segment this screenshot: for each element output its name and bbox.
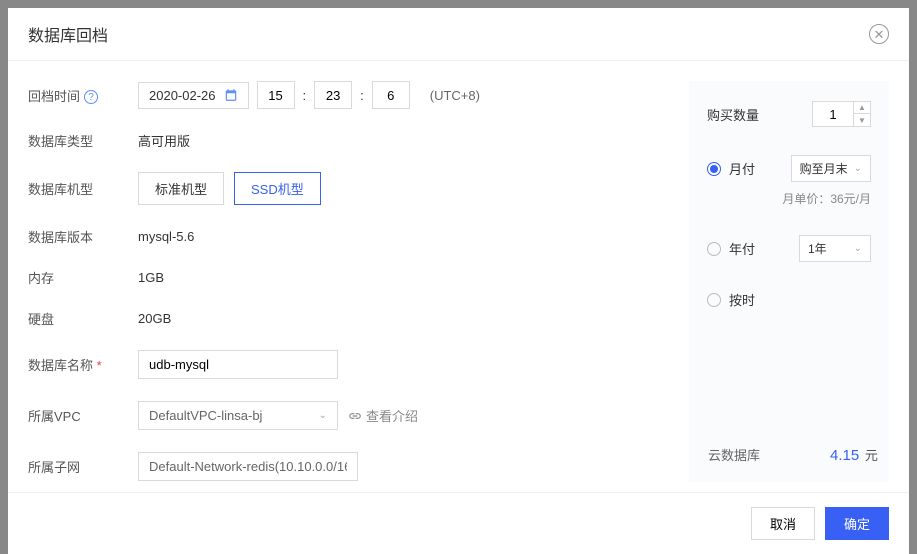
summary-price: 4.15 <box>830 447 859 464</box>
pay-option-monthly: 月付 购至月末 ⌄ 月单价：36元/月 <box>707 155 871 207</box>
date-value: 2020-02-26 <box>149 88 216 103</box>
row-disk: 硬盘 20GB <box>28 309 669 328</box>
modal-title: 数据库回档 <box>28 22 108 46</box>
price-summary: 云数据库 4.15 元 <box>708 445 878 464</box>
hour-input[interactable] <box>257 81 295 109</box>
radio-icon <box>707 293 721 307</box>
radio-hourly[interactable]: 按时 <box>707 290 755 309</box>
label-disk: 硬盘 <box>28 309 138 328</box>
radio-icon <box>707 242 721 256</box>
row-db-type: 数据库类型 高可用版 <box>28 131 669 150</box>
label-machine-type: 数据库机型 <box>28 179 138 198</box>
second-input[interactable] <box>372 81 410 109</box>
vpc-select[interactable]: DefaultVPC-linsa-bj ⌄ <box>138 401 338 430</box>
timezone-label: (UTC+8) <box>430 88 480 103</box>
value-disk: 20GB <box>138 311 171 326</box>
modal-header: 数据库回档 ✕ <box>8 8 909 61</box>
summary-unit: 元 <box>865 448 878 463</box>
value-memory: 1GB <box>138 270 164 285</box>
purchase-panel: 购买数量 ▲ ▼ 月付 购至月末 ⌄ <box>689 81 889 482</box>
quantity-stepper[interactable]: ▲ ▼ <box>812 101 871 127</box>
subnet-value: Default-Network-redis(10.10.0.0/16 <box>149 459 347 474</box>
row-vpc: 所属VPC DefaultVPC-linsa-bj ⌄ 查看介绍 <box>28 401 669 430</box>
value-db-version: mysql-5.6 <box>138 229 194 244</box>
confirm-button[interactable]: 确定 <box>825 507 889 540</box>
form-column: 回档时间? 2020-02-26 : : (UTC+8) <box>28 81 689 482</box>
label-db-type: 数据库类型 <box>28 131 138 150</box>
row-rollback-time: 回档时间? 2020-02-26 : : (UTC+8) <box>28 81 669 109</box>
help-icon[interactable]: ? <box>84 90 98 104</box>
minute-input[interactable] <box>314 81 352 109</box>
monthly-price-hint: 月单价：36元/月 <box>707 190 871 207</box>
row-db-version: 数据库版本 mysql-5.6 <box>28 227 669 246</box>
pay-option-hourly: 按时 <box>707 290 871 309</box>
link-icon <box>348 409 362 423</box>
pay-option-yearly: 年付 1年 ⌄ <box>707 235 871 262</box>
vpc-intro-link[interactable]: 查看介绍 <box>348 406 418 425</box>
label-subnet: 所属子网 <box>28 457 138 476</box>
label-db-name: 数据库名称 <box>28 355 138 374</box>
date-picker[interactable]: 2020-02-26 <box>138 82 249 109</box>
summary-label: 云数据库 <box>708 445 760 464</box>
modal-footer: 云数据库 4.15 元 取消 确定 <box>8 492 909 554</box>
value-db-type: 高可用版 <box>138 131 190 150</box>
label-rollback-time: 回档时间? <box>28 86 138 105</box>
spin-down-icon[interactable]: ▼ <box>854 114 870 126</box>
db-name-field[interactable] <box>138 350 338 379</box>
calendar-icon <box>224 88 238 102</box>
vpc-value: DefaultVPC-linsa-bj <box>149 408 262 423</box>
monthly-duration-select[interactable]: 购至月末 ⌄ <box>791 155 871 182</box>
spin-up-icon[interactable]: ▲ <box>854 102 870 114</box>
rollback-modal: 数据库回档 ✕ 回档时间? 2020-02-26 : <box>8 8 909 554</box>
chevron-down-icon: ⌄ <box>854 243 862 254</box>
radio-monthly[interactable]: 月付 <box>707 159 755 178</box>
quantity-field[interactable] <box>813 102 853 126</box>
machine-type-standard[interactable]: 标准机型 <box>138 172 224 205</box>
label-memory: 内存 <box>28 268 138 287</box>
subnet-select[interactable]: Default-Network-redis(10.10.0.0/16 <box>138 452 358 481</box>
close-icon[interactable]: ✕ <box>869 24 889 44</box>
modal-body: 回档时间? 2020-02-26 : : (UTC+8) <box>8 61 909 492</box>
row-quantity: 购买数量 ▲ ▼ <box>707 101 871 127</box>
chevron-down-icon: ⌄ <box>319 410 327 421</box>
radio-icon <box>707 162 721 176</box>
label-db-version: 数据库版本 <box>28 227 138 246</box>
yearly-duration-select[interactable]: 1年 ⌄ <box>799 235 871 262</box>
row-machine-type: 数据库机型 标准机型 SSD机型 <box>28 172 669 205</box>
cancel-button[interactable]: 取消 <box>751 507 815 540</box>
row-memory: 内存 1GB <box>28 268 669 287</box>
row-subnet: 所属子网 Default-Network-redis(10.10.0.0/16 <box>28 452 669 481</box>
chevron-down-icon: ⌄ <box>854 163 862 174</box>
label-quantity: 购买数量 <box>707 105 759 124</box>
radio-yearly[interactable]: 年付 <box>707 239 755 258</box>
label-vpc: 所属VPC <box>28 406 138 425</box>
machine-type-ssd[interactable]: SSD机型 <box>234 172 321 205</box>
row-db-name: 数据库名称 <box>28 350 669 379</box>
